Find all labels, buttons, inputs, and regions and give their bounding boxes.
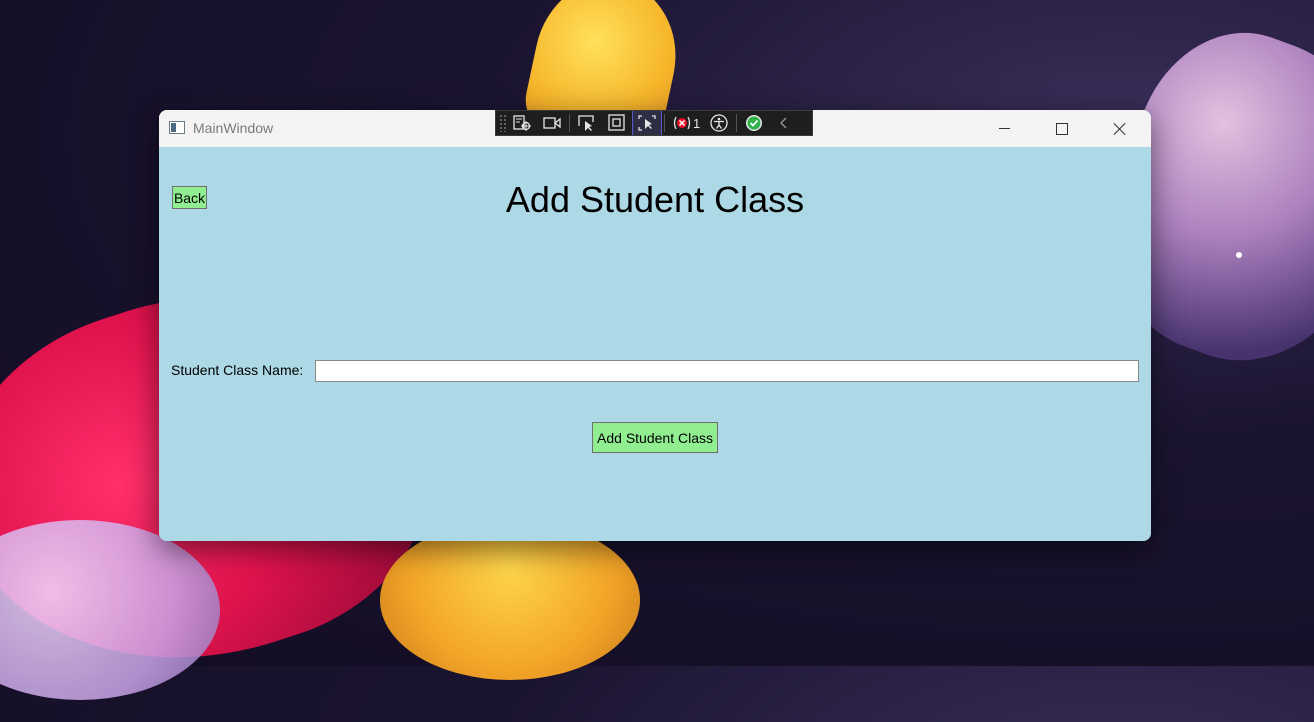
maximize-icon	[1056, 122, 1068, 135]
track-focus-icon[interactable]	[632, 111, 662, 135]
page-title: Add Student Class	[505, 179, 805, 220]
wallpaper-shape	[380, 520, 640, 680]
add-student-class-button[interactable]: Add Student Class	[592, 422, 718, 453]
page-content: Back Add Student Class Student Class Nam…	[159, 147, 1151, 541]
close-button[interactable]	[1091, 110, 1149, 147]
toolbar-separator	[569, 114, 570, 132]
binding-failures-count: 1	[693, 115, 701, 131]
live-visual-tree-icon[interactable]	[507, 111, 537, 135]
minimize-icon	[998, 128, 1010, 129]
display-layout-adorners-icon[interactable]	[602, 111, 632, 135]
collapse-chevron-icon[interactable]	[769, 111, 799, 135]
student-class-name-input[interactable]	[315, 360, 1139, 382]
close-icon	[1113, 122, 1127, 136]
maximize-button[interactable]	[1033, 110, 1091, 147]
wallpaper-shape	[1236, 252, 1242, 258]
toolbar-separator	[664, 114, 665, 132]
main-window: MainWindow 1 Back Add Student Class Stud…	[159, 110, 1151, 541]
window-title: MainWindow	[193, 120, 274, 136]
app-icon	[169, 121, 185, 134]
accessibility-icon[interactable]	[704, 111, 734, 135]
select-element-icon[interactable]	[572, 111, 602, 135]
video-icon[interactable]	[537, 111, 567, 135]
checkmark-icon[interactable]	[739, 111, 769, 135]
title-bar[interactable]: MainWindow 1	[159, 110, 1151, 147]
student-class-name-label: Student Class Name:	[171, 362, 304, 378]
toolbar-grip[interactable]	[499, 114, 507, 132]
xaml-debug-toolbar: 1	[495, 110, 813, 136]
minimize-button[interactable]	[975, 110, 1033, 147]
toolbar-separator	[736, 114, 738, 132]
